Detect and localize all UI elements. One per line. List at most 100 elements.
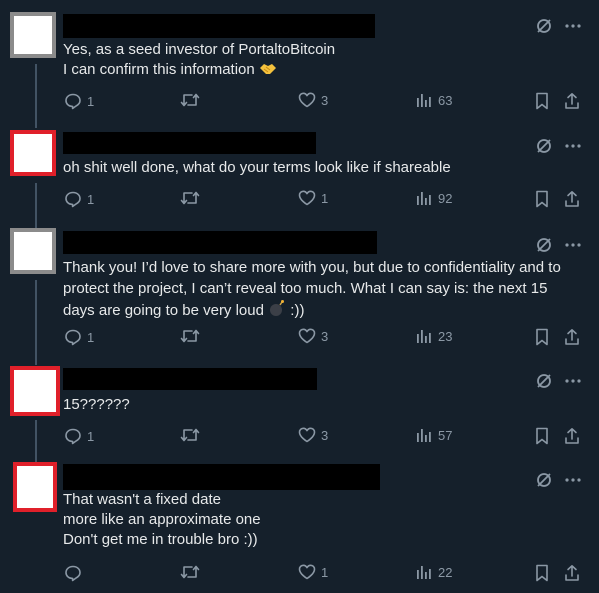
heart-icon	[298, 92, 316, 108]
reply-button[interactable]: 1	[64, 190, 94, 208]
avatar[interactable]	[10, 12, 56, 58]
reply-count: 1	[87, 93, 95, 109]
reply-count: 1	[87, 329, 95, 345]
more-icon[interactable]	[565, 379, 581, 383]
text-line: I can confirm this information	[63, 61, 255, 78]
share-button[interactable]	[564, 92, 580, 110]
retweet-button[interactable]	[180, 190, 205, 206]
reply-button[interactable]	[64, 564, 87, 582]
avatar[interactable]	[10, 228, 56, 274]
like-button[interactable]: 3	[298, 427, 328, 443]
reply-button[interactable]: 1	[64, 328, 94, 346]
text-line: oh shit well done, what do your terms lo…	[63, 159, 451, 176]
views-count: 57	[438, 427, 453, 443]
reply-count: 1	[87, 191, 95, 207]
bookmark-button[interactable]	[535, 564, 549, 582]
bookmark-button[interactable]	[535, 427, 549, 445]
grok-icon[interactable]	[535, 372, 553, 390]
retweet-icon	[180, 329, 200, 343]
like-count: 3	[321, 92, 329, 108]
redacted-username	[63, 464, 380, 490]
views-count: 63	[438, 92, 453, 108]
like-count: 3	[321, 427, 329, 443]
text-line: 15??????	[63, 396, 130, 413]
text-line: more like an approximate one	[63, 511, 261, 528]
avatar[interactable]	[10, 366, 60, 416]
heart-icon	[298, 564, 316, 580]
share-button[interactable]	[564, 190, 580, 208]
views-button[interactable]: 23	[415, 328, 452, 344]
retweet-icon	[180, 93, 200, 107]
like-button[interactable]: 3	[298, 92, 328, 108]
retweet-icon	[180, 428, 200, 442]
retweet-button[interactable]	[180, 92, 205, 108]
redacted-username	[63, 231, 377, 254]
like-count: 1	[321, 564, 329, 580]
views-icon	[417, 192, 431, 205]
views-button[interactable]: 22	[415, 564, 452, 580]
more-icon[interactable]	[565, 478, 581, 482]
share-icon	[565, 565, 579, 581]
bookmark-icon	[536, 564, 548, 582]
heart-icon	[298, 427, 316, 443]
grok-icon[interactable]	[535, 236, 553, 254]
retweet-button[interactable]	[180, 564, 205, 580]
like-button[interactable]: 3	[298, 328, 328, 344]
views-icon	[417, 566, 431, 579]
views-button[interactable]: 63	[415, 92, 452, 108]
heart-icon	[298, 190, 316, 206]
tweet[interactable]: Thank you! I’d love to share more with y…	[0, 220, 599, 360]
retweet-button[interactable]	[180, 427, 205, 443]
share-icon	[565, 93, 579, 109]
retweet-button[interactable]	[180, 328, 205, 344]
reply-icon	[65, 329, 81, 346]
reply-button[interactable]: 1	[64, 427, 94, 445]
tweet-text: Yes, as a seed investor of PortaltoBitco…	[63, 40, 583, 82]
text-line: Yes, as a seed investor of PortaltoBitco…	[63, 41, 336, 58]
tweet-text: oh shit well done, what do your terms lo…	[63, 158, 583, 178]
handshake-emoji	[259, 62, 277, 82]
grok-icon[interactable]	[535, 471, 553, 489]
bookmark-icon	[536, 190, 548, 208]
views-button[interactable]: 57	[415, 427, 452, 443]
redacted-username	[63, 368, 317, 390]
avatar[interactable]	[10, 130, 56, 176]
share-button[interactable]	[564, 427, 580, 445]
tweet[interactable]: Yes, as a seed investor of PortaltoBitco…	[0, 0, 599, 120]
tweet[interactable]: That wasn't a fixed date more like an ap…	[0, 460, 599, 593]
share-button[interactable]	[564, 328, 580, 346]
bomb-emoji	[268, 299, 286, 323]
like-button[interactable]: 1	[298, 564, 328, 580]
redacted-username	[63, 14, 375, 38]
share-icon	[565, 329, 579, 345]
more-icon[interactable]	[565, 24, 581, 28]
reply-icon	[65, 565, 81, 582]
views-icon	[417, 429, 431, 442]
share-icon	[565, 428, 579, 444]
text-line: Don't get me in trouble bro :))	[63, 531, 258, 548]
more-icon[interactable]	[565, 243, 581, 247]
reply-icon	[65, 191, 81, 208]
tweet[interactable]: oh shit well done, what do your terms lo…	[0, 120, 599, 220]
grok-icon[interactable]	[535, 17, 553, 35]
bookmark-button[interactable]	[535, 328, 549, 346]
reply-button[interactable]: 1	[64, 92, 94, 110]
bookmark-button[interactable]	[535, 190, 549, 208]
share-button[interactable]	[564, 564, 580, 582]
views-count: 23	[438, 328, 453, 344]
grok-icon[interactable]	[535, 137, 553, 155]
like-button[interactable]: 1	[298, 190, 328, 206]
bookmark-icon	[536, 92, 548, 110]
text-line: That wasn't a fixed date	[63, 491, 221, 508]
avatar[interactable]	[13, 462, 57, 512]
like-count: 1	[321, 190, 329, 206]
reply-icon	[65, 93, 81, 110]
bookmark-button[interactable]	[535, 92, 549, 110]
text-line: protect the project, I can’t reveal too …	[63, 280, 548, 297]
views-button[interactable]: 92	[415, 190, 452, 206]
bookmark-icon	[536, 328, 548, 346]
retweet-icon	[180, 191, 200, 205]
more-icon[interactable]	[565, 144, 581, 148]
tweet[interactable]: 15?????? 1 3 57	[0, 360, 599, 460]
share-icon	[565, 191, 579, 207]
